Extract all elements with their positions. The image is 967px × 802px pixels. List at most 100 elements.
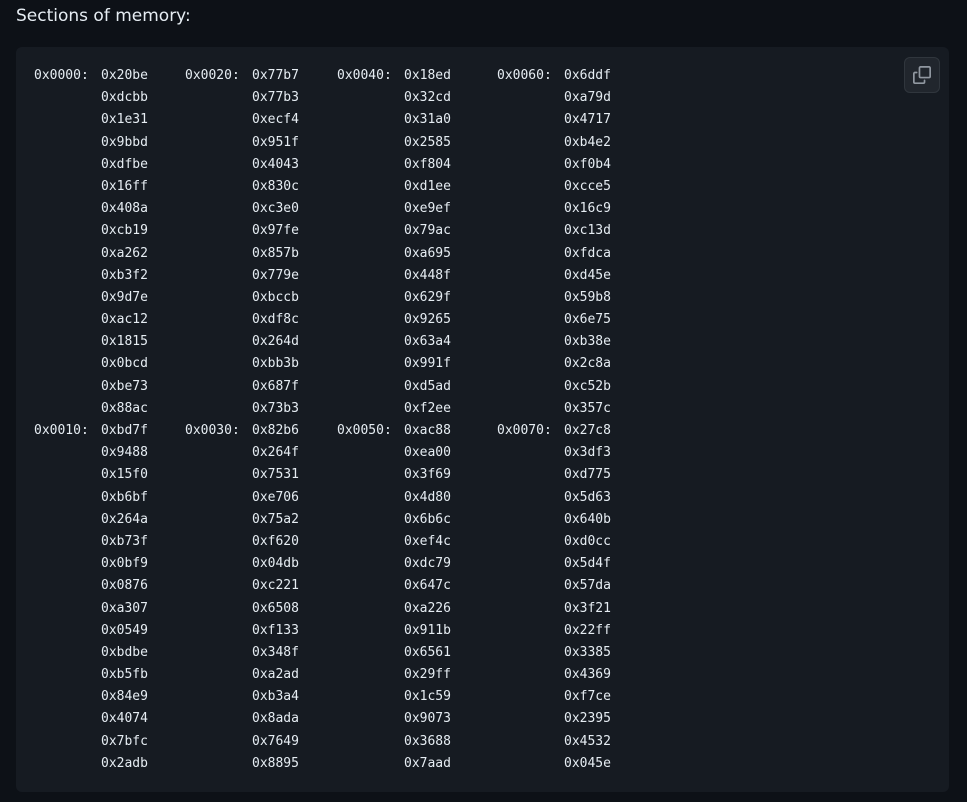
memory-value: 0x57da	[564, 578, 611, 594]
memory-value: 0x951f	[252, 134, 299, 150]
memory-value: 0x8895	[252, 755, 299, 771]
address-column: 0x0020: 0x0030:	[185, 65, 252, 775]
address-spacer	[337, 109, 404, 131]
memory-value: 0x7bfc	[101, 733, 148, 749]
memory-value: 0xac12	[101, 312, 148, 328]
address-spacer	[185, 686, 252, 708]
memory-value: 0x88ac	[101, 400, 148, 416]
address-spacer	[185, 553, 252, 575]
address-spacer	[34, 87, 101, 109]
address-spacer	[497, 753, 564, 775]
memory-value: 0x3385	[564, 644, 611, 660]
memory-value: 0x0bf9	[101, 556, 148, 572]
address-spacer	[337, 575, 404, 597]
address-spacer	[185, 753, 252, 775]
memory-value: 0x2395	[564, 711, 611, 727]
address-spacer	[497, 642, 564, 664]
memory-value: 0x82b6	[252, 423, 299, 438]
address-spacer	[34, 220, 101, 242]
memory-value: 0x9bbd	[101, 134, 148, 150]
address-spacer	[34, 376, 101, 398]
address-spacer	[497, 398, 564, 420]
memory-value: 0xdcbb	[101, 90, 148, 106]
memory-value: 0xbdbe	[101, 644, 148, 660]
memory-address: 0x0070:	[497, 423, 552, 438]
memory-value: 0xa2ad	[252, 667, 299, 683]
address-spacer	[337, 509, 404, 531]
memory-value: 0x73b3	[252, 400, 299, 416]
address-column: 0x0040: 0x0050:	[337, 65, 404, 775]
address-spacer	[185, 531, 252, 553]
memory-address: 0x0030:	[185, 423, 240, 438]
memory-value: 0x32cd	[404, 90, 451, 106]
address-spacer	[337, 531, 404, 553]
address-spacer	[337, 664, 404, 686]
memory-address: 0x0020:	[185, 68, 240, 83]
address-spacer	[185, 309, 252, 331]
memory-value: 0x857b	[252, 245, 299, 261]
memory-address: 0x0010:	[34, 423, 89, 438]
memory-value: 0x18ed	[404, 68, 451, 83]
memory-value: 0xe9ef	[404, 201, 451, 217]
memory-value: 0xd1ee	[404, 178, 451, 194]
memory-value: 0x6508	[252, 600, 299, 616]
address-spacer	[337, 132, 404, 154]
memory-value: 0x84e9	[101, 689, 148, 705]
memory-value: 0xb3a4	[252, 689, 299, 705]
address-spacer	[34, 531, 101, 553]
memory-value: 0x3df3	[564, 445, 611, 461]
memory-value: 0x4043	[252, 156, 299, 172]
address-spacer	[185, 265, 252, 287]
memory-value: 0xf620	[252, 533, 299, 549]
memory-value: 0x911b	[404, 622, 451, 638]
memory-value: 0x4369	[564, 667, 611, 683]
memory-value: 0xc221	[252, 578, 299, 594]
memory-value: 0x357c	[564, 400, 611, 416]
address-spacer	[34, 109, 101, 131]
memory-value: 0xea00	[404, 445, 451, 461]
address-spacer	[497, 664, 564, 686]
address-spacer	[185, 353, 252, 375]
memory-value: 0xa307	[101, 600, 148, 616]
address-spacer	[497, 575, 564, 597]
address-spacer	[34, 398, 101, 420]
address-spacer	[497, 531, 564, 553]
address-spacer	[34, 464, 101, 486]
address-spacer	[337, 287, 404, 309]
memory-value: 0xf2ee	[404, 400, 451, 416]
address-spacer	[185, 87, 252, 109]
memory-value: 0x97fe	[252, 223, 299, 239]
memory-value: 0xdfbe	[101, 156, 148, 172]
memory-value: 0x59b8	[564, 289, 611, 305]
address-spacer	[34, 243, 101, 265]
memory-value: 0x9d7e	[101, 289, 148, 305]
address-spacer	[497, 353, 564, 375]
memory-value: 0xc3e0	[252, 201, 299, 217]
memory-value: 0x16ff	[101, 178, 148, 194]
memory-value: 0x0549	[101, 622, 148, 638]
memory-value: 0xd45e	[564, 267, 611, 283]
memory-value: 0xc13d	[564, 223, 611, 239]
memory-value: 0xdc79	[404, 556, 451, 572]
value-column: 0x6ddf 0xa79d 0x4717 0xb4e2 0xf0b4 0xcce5 0x16…	[564, 65, 611, 775]
memory-value: 0x6ddf	[564, 68, 611, 83]
address-spacer	[34, 442, 101, 464]
memory-value: 0x4717	[564, 112, 611, 128]
memory-value: 0xb6bf	[101, 489, 148, 505]
memory-value: 0x348f	[252, 644, 299, 660]
memory-value: 0xf804	[404, 156, 451, 172]
memory-address: 0x0050:	[337, 423, 392, 438]
copy-button[interactable]	[904, 57, 940, 93]
memory-value: 0xb38e	[564, 334, 611, 350]
address-spacer	[337, 87, 404, 109]
value-column: 0x18ed 0x32cd 0x31a0 0x2585 0xf804 0xd1ee 0xe9…	[404, 65, 451, 775]
memory-value: 0x264d	[252, 334, 299, 350]
address-spacer	[497, 686, 564, 708]
address-spacer	[337, 198, 404, 220]
address-spacer	[34, 176, 101, 198]
address-spacer	[185, 509, 252, 531]
memory-value: 0xbd7f	[101, 423, 148, 438]
memory-value: 0xfdca	[564, 245, 611, 261]
memory-value: 0x264a	[101, 511, 148, 527]
memory-value: 0xf0b4	[564, 156, 611, 172]
